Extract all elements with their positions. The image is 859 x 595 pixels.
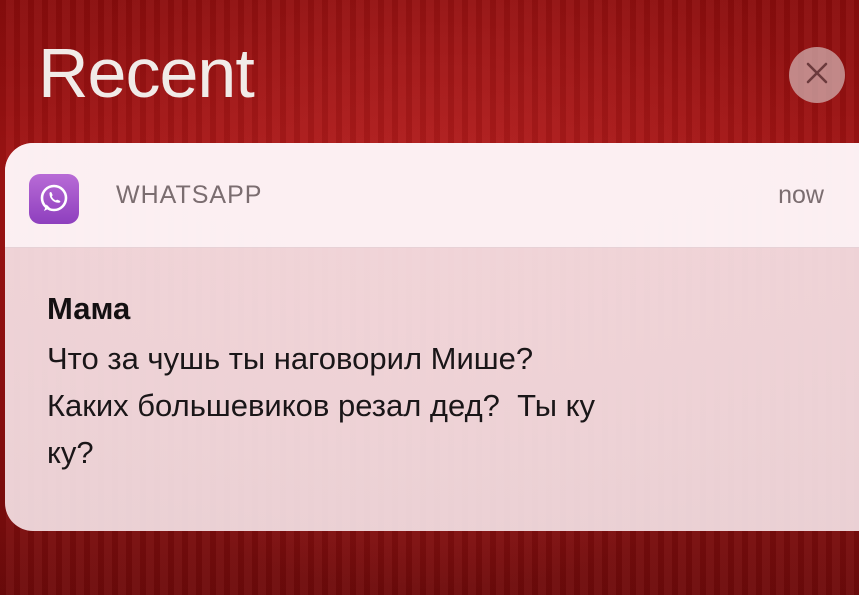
notification-header: WHATSAPP now [5,143,859,248]
notification-time: now [778,181,824,209]
notification-card[interactable]: WHATSAPP now Мама Что за чушь ты наговор… [5,143,859,531]
message-text: Что за чушь ты наговорил Мише? Каких бол… [47,341,596,470]
whatsapp-icon [29,174,79,224]
close-button[interactable] [789,47,845,103]
app-name: WHATSAPP [116,181,263,209]
page-title: Recent [38,34,255,112]
close-icon [804,60,830,91]
sender-name: Мама [47,291,131,326]
